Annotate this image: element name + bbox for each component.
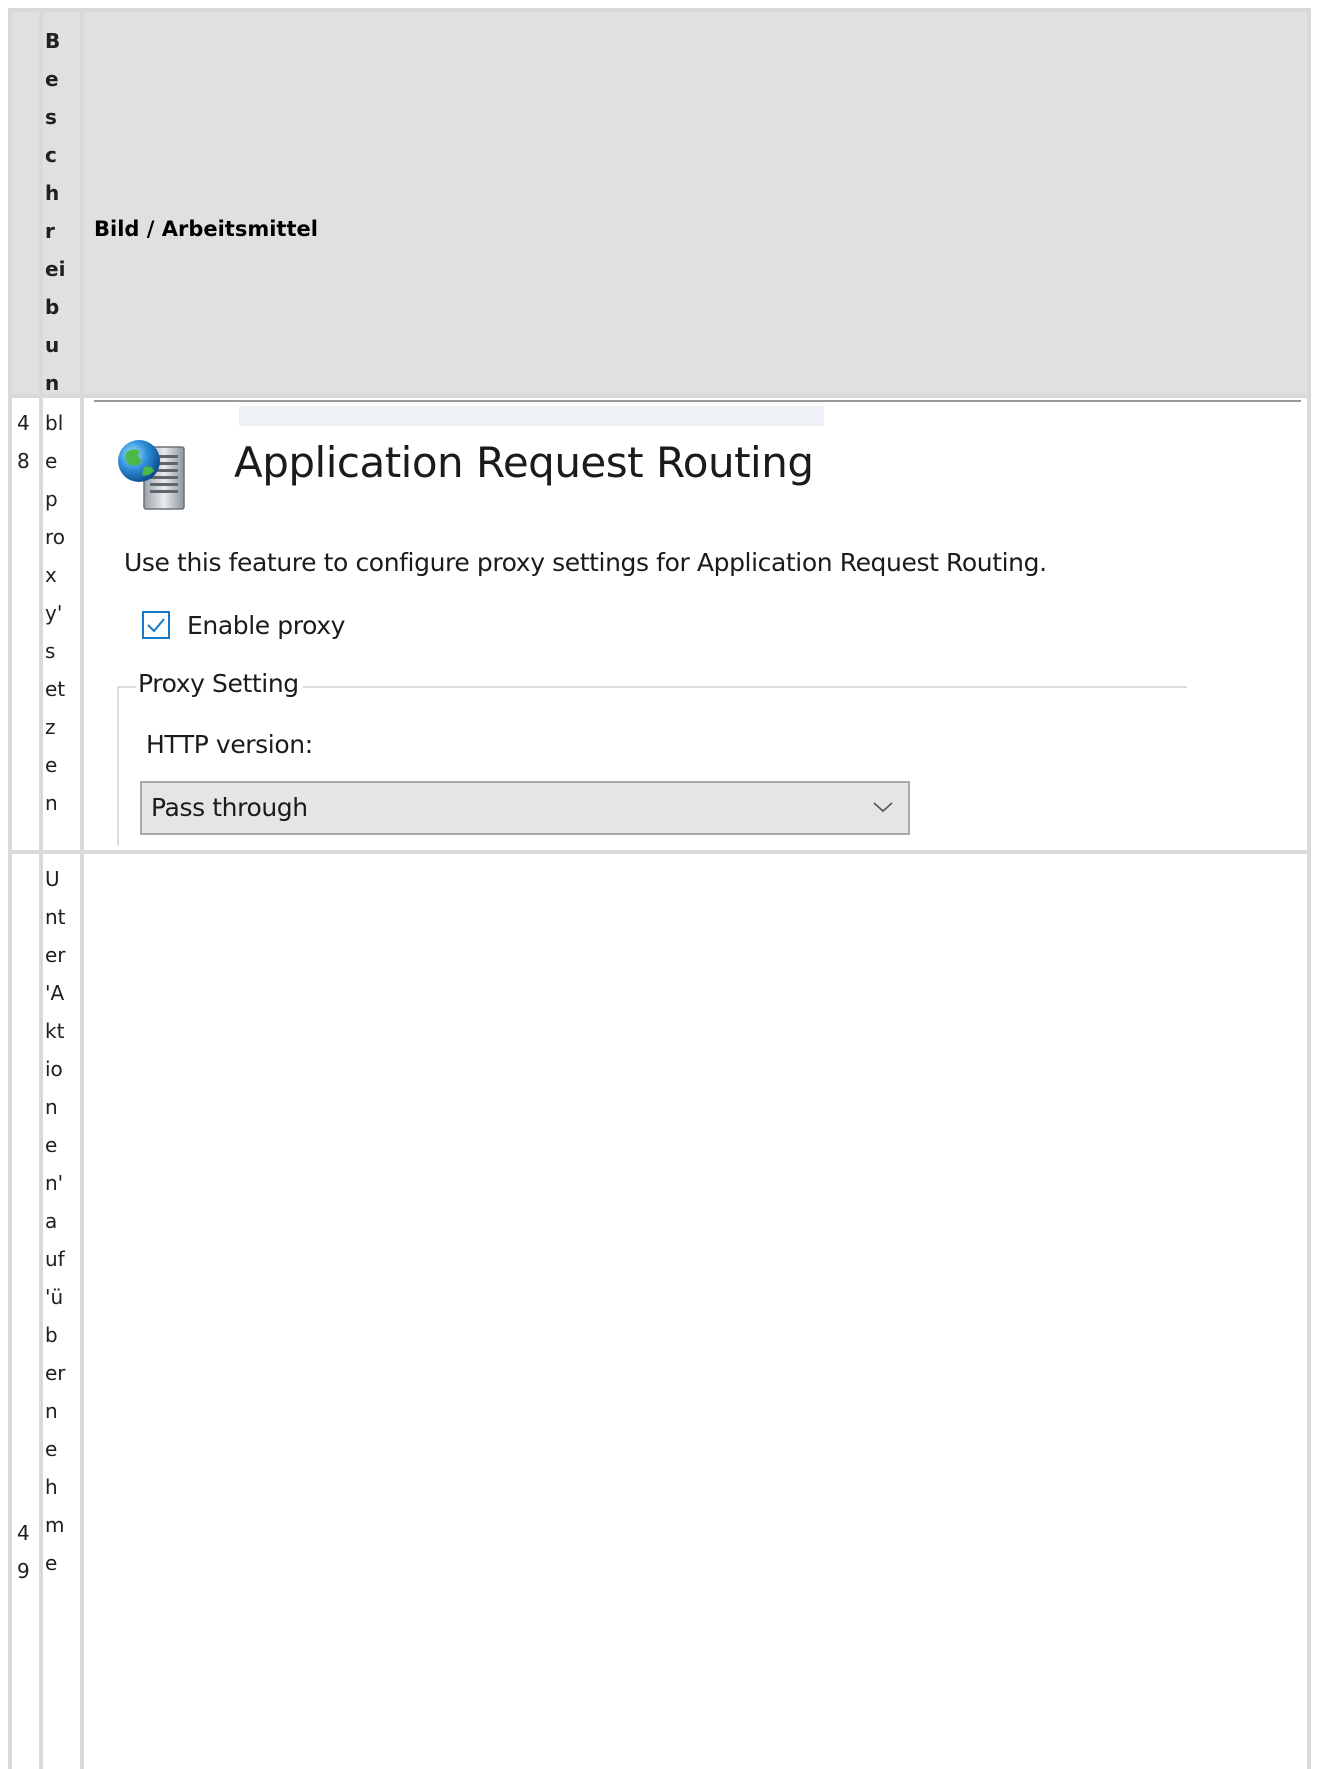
row-description-fragment: n — [45, 1095, 58, 1119]
row-description-fragment: z — [45, 715, 56, 739]
header-description-fragment: u — [45, 333, 60, 357]
row-description-fragment: e — [45, 1133, 58, 1157]
feature-description: Use this feature to configure proxy sett… — [124, 548, 1047, 577]
row-description-fragment: bl — [45, 411, 64, 435]
row-description-fragment: x — [45, 563, 57, 587]
http-version-select[interactable]: Pass through — [140, 781, 910, 835]
row-number-fragment: 4 — [17, 411, 30, 435]
row-description-fragment: a — [45, 1209, 58, 1233]
header-description-text: Beschreibung — [43, 12, 80, 394]
document-table: Beschreibung Bild / Arbeitsmittel 48 ble… — [8, 8, 1311, 1769]
row-number-fragment: 4 — [17, 1521, 30, 1545]
iis-arr-screenshot: Application Request Routing Use this fea… — [84, 398, 1307, 850]
row-description-fragment: U — [45, 867, 60, 891]
row-description-fragment: e — [45, 1551, 58, 1575]
enable-proxy-row[interactable]: Enable proxy — [142, 608, 345, 642]
row-description-fragment: er — [45, 1361, 66, 1385]
row-number-fragment: 8 — [17, 449, 30, 473]
header-description-fragment: h — [45, 181, 60, 205]
row-description-fragment: n — [45, 791, 58, 815]
row-description-fragment: e — [45, 753, 58, 777]
row-description-fragment: 'ü — [45, 1285, 64, 1309]
row-description-fragment: e — [45, 1437, 58, 1461]
row-description-fragment: et — [45, 677, 66, 701]
row-description-fragment: 'A — [45, 981, 65, 1005]
row-49-description-cell: Unt er 'A kt io n e n' a uf'ü b er n e h m e — [43, 854, 80, 1769]
header-description-fragment: c — [45, 143, 57, 167]
header-description-fragment: b — [45, 295, 60, 319]
row-description-fragment: p — [45, 487, 58, 511]
http-version-value: Pass through — [151, 793, 308, 822]
row-description-fragment: n' — [45, 1171, 64, 1195]
row-description-fragment: b — [45, 1323, 58, 1347]
row-number-fragment: 9 — [17, 1559, 30, 1583]
row-description-fragment: er — [45, 943, 66, 967]
row-48-description: bl e p ro x y' s et z e n — [43, 398, 80, 822]
row-48-number: 48 — [12, 398, 39, 480]
feature-title: Application Request Routing — [234, 438, 814, 487]
panel-separator — [94, 400, 1301, 402]
header-description-fragment: ei — [45, 257, 66, 281]
row-description-fragment: nt — [45, 905, 66, 929]
row-description-fragment: ro — [45, 525, 66, 549]
enable-proxy-checkbox[interactable] — [142, 611, 170, 639]
header-description-fragment: n — [45, 371, 60, 394]
row-description-fragment: m — [45, 1513, 65, 1537]
row-description-fragment: uf — [45, 1247, 65, 1271]
row-49-image-cell — [84, 854, 1307, 1769]
row-description-fragment: y' — [45, 601, 63, 625]
header-description-fragment: r — [45, 219, 55, 243]
checkmark-icon — [147, 618, 165, 633]
header-number-cell — [12, 12, 39, 394]
enable-proxy-label[interactable]: Enable proxy — [187, 611, 345, 640]
chevron-down-icon — [873, 802, 893, 813]
header-description-fragment: e — [45, 67, 59, 91]
proxy-setting-legend: Proxy Setting — [136, 669, 303, 698]
row-48-description-cell: bl e p ro x y' s et z e n — [43, 398, 80, 850]
row-description-fragment: e — [45, 449, 58, 473]
header-image-cell: Bild / Arbeitsmittel — [84, 12, 1307, 394]
row-description-fragment: kt — [45, 1019, 65, 1043]
header-description-fragment: s — [45, 105, 57, 129]
row-description-fragment: n — [45, 1399, 58, 1423]
panel-header-bar — [239, 406, 824, 426]
row-48-number-cell: 48 — [12, 398, 39, 850]
row-description-fragment: io — [45, 1057, 63, 1081]
row-description-fragment: s — [45, 639, 56, 663]
row-48-image-cell: Application Request Routing Use this fea… — [84, 398, 1307, 850]
row-49-number: 49 — [12, 1514, 30, 1590]
header-description-cell: Beschreibung — [43, 12, 80, 394]
row-49-number-cell: 49 — [12, 854, 39, 1769]
row-description-fragment: h — [45, 1475, 58, 1499]
header-image-title: Bild / Arbeitsmittel — [94, 217, 318, 241]
row-49-description: Unt er 'A kt io n e n' a uf'ü b er n e h m e — [43, 854, 80, 1582]
header-description-fragment: B — [45, 29, 61, 53]
http-version-label: HTTP version: — [146, 730, 313, 759]
server-globe-icon — [118, 440, 185, 510]
